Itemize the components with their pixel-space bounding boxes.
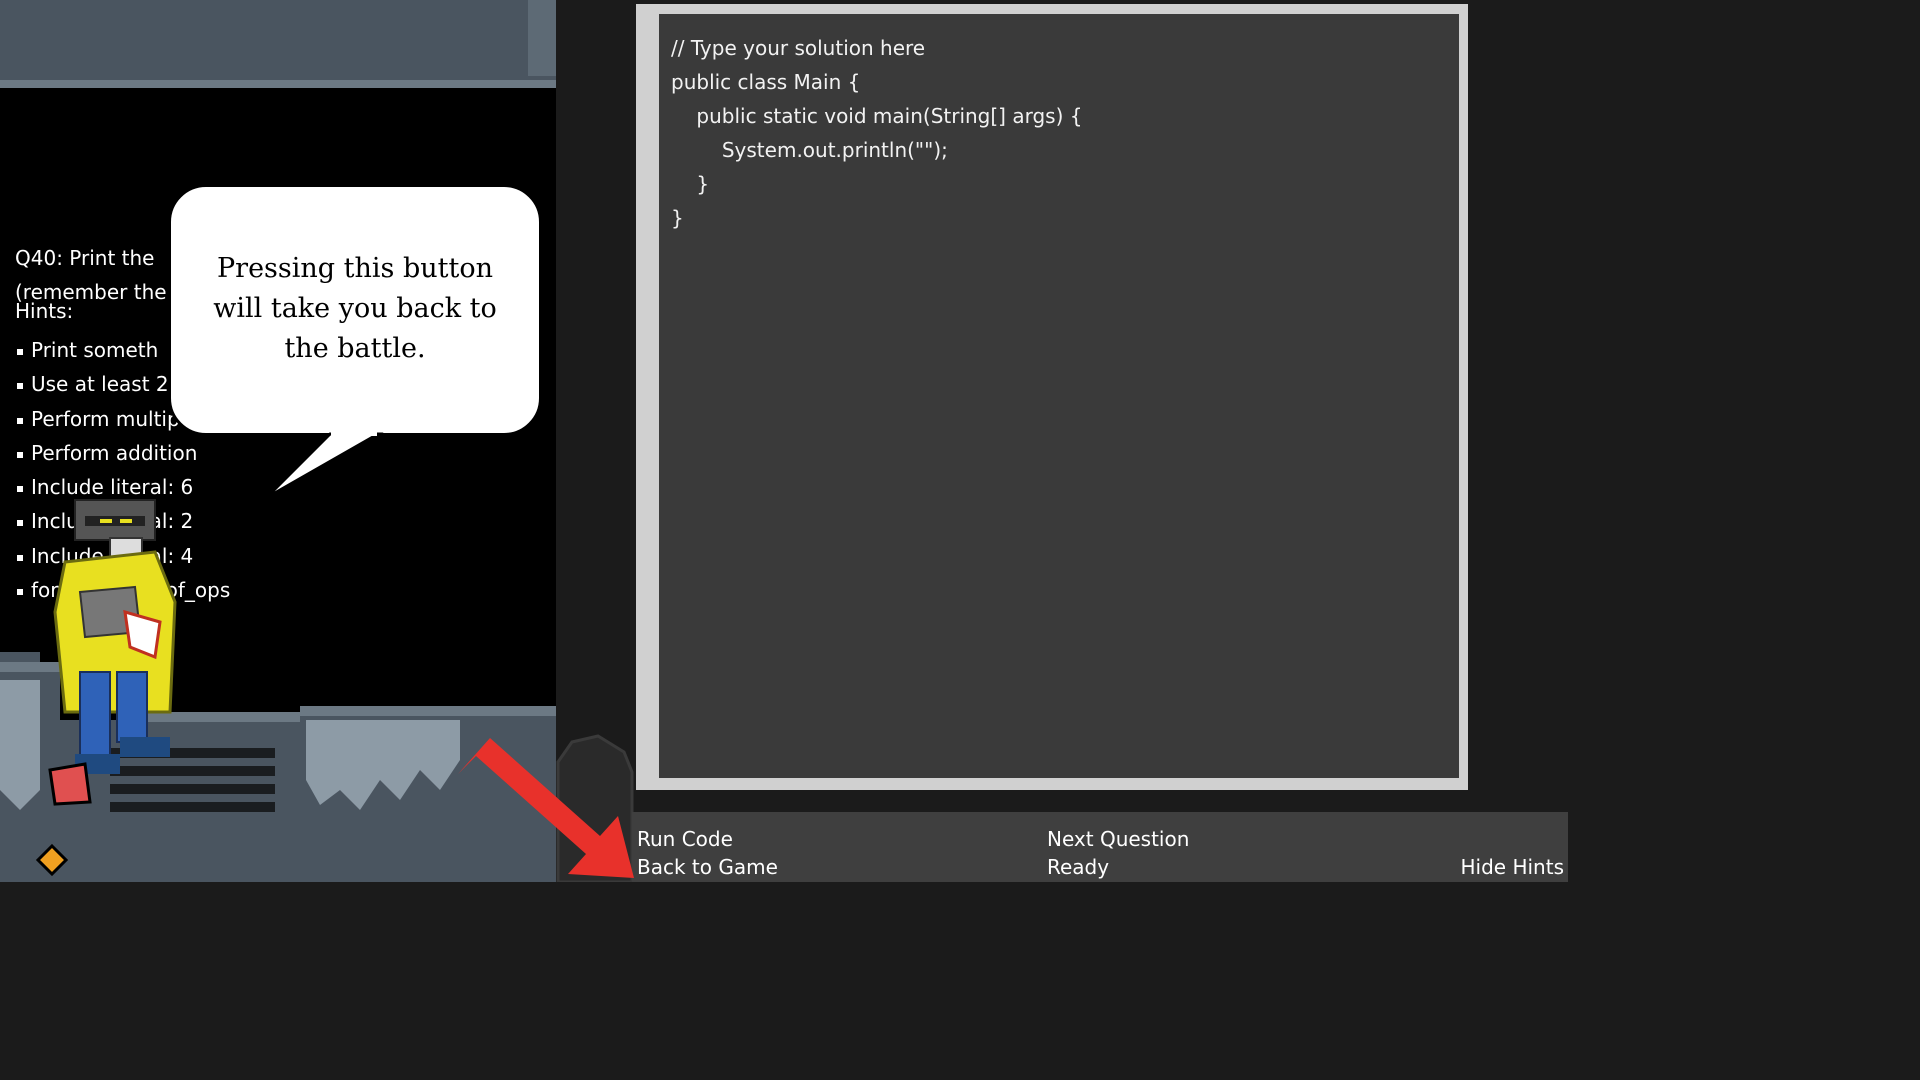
status-text: Ready xyxy=(1047,855,1110,879)
player-character xyxy=(48,499,177,806)
code-line: } xyxy=(671,172,710,196)
code-line: public static void main(String[] args) { xyxy=(671,104,1083,128)
next-question-button[interactable]: Next Question xyxy=(1047,825,1189,853)
tutorial-speech-bubble: Pressing this button will take you back … xyxy=(168,184,542,436)
button-bar: Run Code Back to Game Next Question Read… xyxy=(632,812,1568,882)
pillar-silhouette xyxy=(556,734,634,882)
code-line: public class Main { xyxy=(671,70,861,94)
back-to-game-button[interactable]: Back to Game xyxy=(637,853,778,881)
code-line: } xyxy=(671,206,684,230)
code-line: System.out.println(""); xyxy=(671,138,948,162)
hide-hints-button[interactable]: Hide Hints xyxy=(1461,853,1565,881)
game-panel: Q40: Print the (remember the Hints: Prin… xyxy=(0,0,556,882)
run-code-button[interactable]: Run Code xyxy=(637,825,733,853)
tutorial-text: Pressing this button will take you back … xyxy=(213,253,497,364)
code-editor[interactable]: // Type your solution here public class … xyxy=(659,14,1459,778)
code-line: // Type your solution here xyxy=(671,36,926,60)
